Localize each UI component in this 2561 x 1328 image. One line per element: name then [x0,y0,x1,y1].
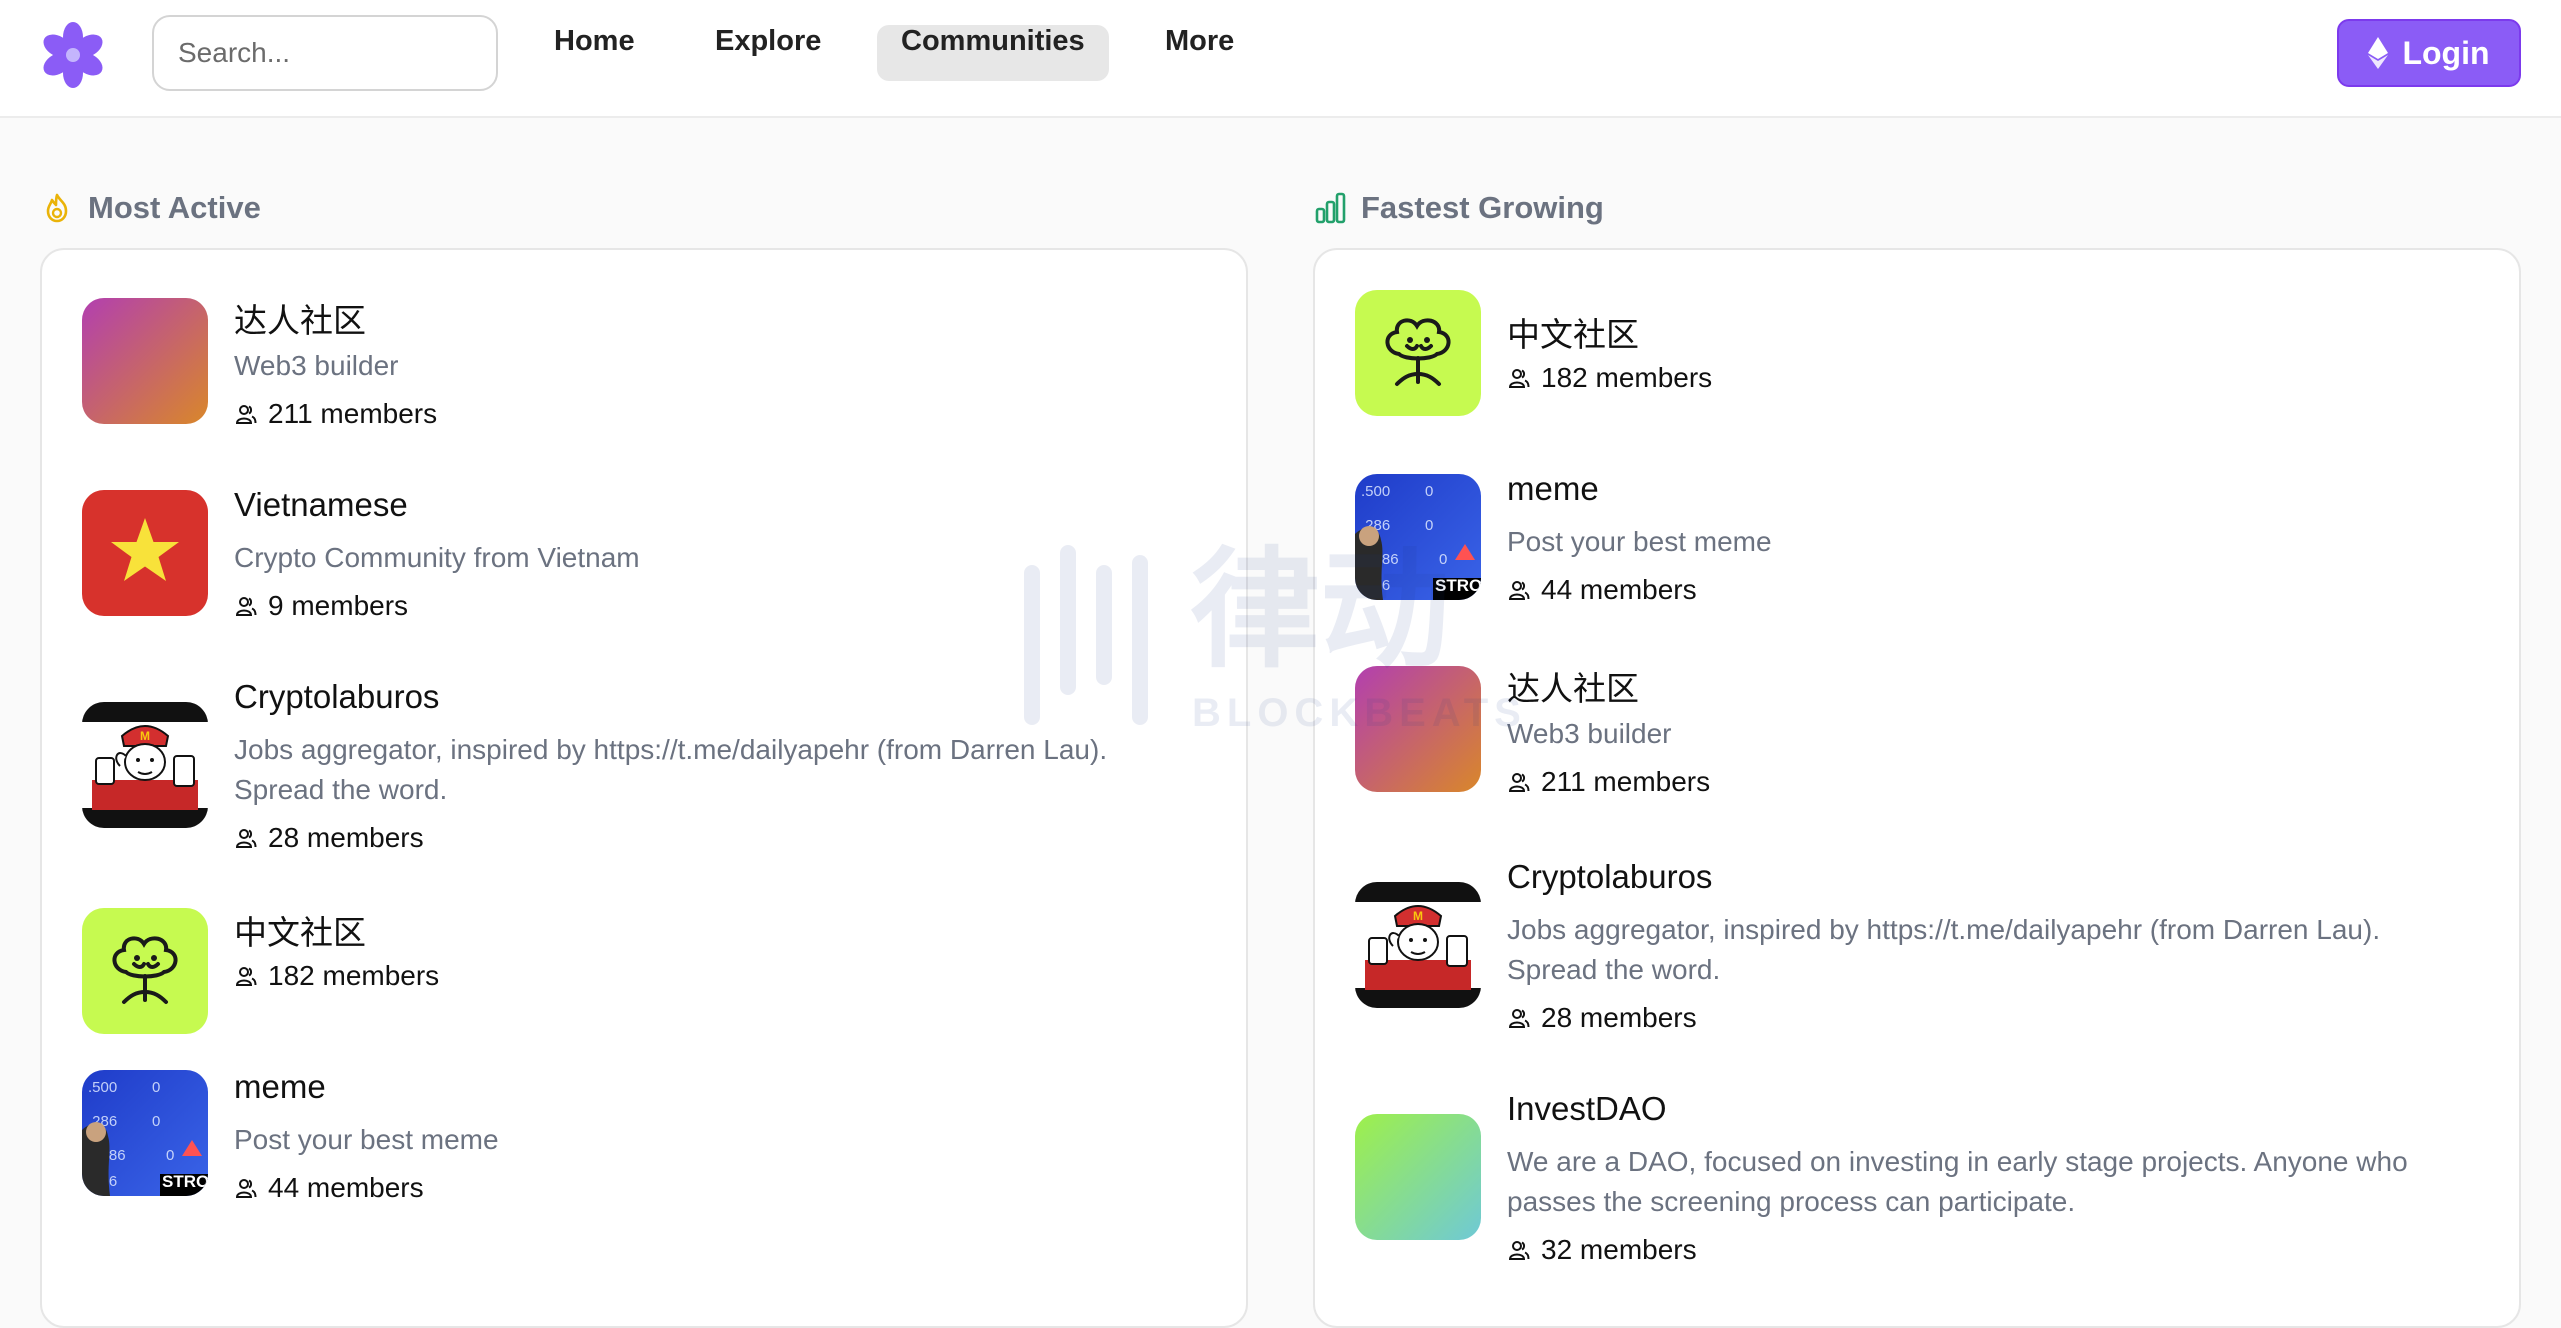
member-count-label: 182 members [1541,362,1713,393]
member-count: 32 members [1507,1234,1697,1266]
bar-chart-icon [1315,192,1346,224]
member-count: 28 members [1507,1002,1697,1034]
community-name: InvestDAO [1507,1090,1667,1127]
member-count: 182 members [1507,362,1712,394]
most-active-list: 达人社区 Web3 builder 211 members Vietnamese… [40,248,1248,1328]
login-button[interactable]: Login [2337,19,2521,87]
nav-explore[interactable]: Explore [691,25,845,81]
member-count-label: 9 members [268,590,409,621]
flame-icon [46,193,68,223]
login-label: Login [2402,34,2490,71]
nav-home[interactable]: Home [530,25,659,81]
most-active-heading: Most Active [40,190,261,226]
avatar-badge: STRO [1435,576,1481,595]
fastest-growing-heading: Fastest Growing [1313,190,1604,226]
community-name: Vietnamese [234,486,408,523]
community-description: Post your best meme [234,1124,499,1155]
community-name: meme [234,1068,326,1105]
search-input[interactable] [152,15,498,91]
community-description: Jobs aggregator, inspired by https://t.m… [234,734,1108,805]
community-description: Post your best meme [1507,526,1772,557]
fastest-growing-title: Fastest Growing [1361,190,1604,225]
member-count-label: 211 members [268,398,438,429]
community-name: 达人社区 [234,302,366,339]
users-icon [1508,773,1530,792]
nav-more[interactable]: More [1141,25,1258,81]
member-count-label: 211 members [1541,766,1711,797]
community-avatar [1355,1114,1481,1240]
users-icon [235,405,257,424]
community-avatar [1355,290,1481,416]
users-icon [235,829,257,848]
community-name: Cryptolaburos [234,678,440,715]
member-count: 44 members [1507,574,1697,606]
community-description: Web3 builder [234,350,399,381]
community-avatar [1355,666,1481,792]
community-avatar [82,908,208,1034]
member-count: 44 members [234,1172,424,1204]
users-icon [1508,581,1530,600]
member-count: 211 members [234,398,437,430]
users-icon [235,1179,257,1198]
community-name: Cryptolaburos [1507,858,1713,895]
flower-logo-icon[interactable] [38,20,108,90]
member-count-label: 44 members [1541,574,1697,605]
member-count-label: 182 members [268,960,440,991]
member-count-label: 28 members [1541,1002,1697,1033]
member-count: 182 members [234,960,439,992]
users-icon [1508,1241,1530,1260]
nav-communities[interactable]: Communities [877,25,1109,81]
avatar-badge: STRO [162,1172,208,1191]
community-avatar [82,702,208,828]
community-description: We are a DAO, focused on investing in ea… [1507,1146,2408,1217]
community-description: Web3 builder [1507,718,1672,749]
community-name: 中文社区 [1507,316,1639,353]
member-count-label: 44 members [268,1172,424,1203]
community-avatar: STRO [82,1070,208,1196]
users-icon [1508,369,1530,388]
top-navigation-bar: Home Explore Communities More Login [0,0,2561,118]
member-count: 9 members [234,590,408,622]
fastest-growing-list: 中文社区 182 members STRO meme Post your bes… [1313,248,2521,1328]
community-name: 达人社区 [1507,670,1639,707]
community-name: meme [1507,470,1599,507]
community-description: Crypto Community from Vietnam [234,542,640,573]
member-count: 28 members [234,822,424,854]
users-icon [235,597,257,616]
most-active-title: Most Active [88,190,261,225]
users-icon [1508,1009,1530,1028]
community-avatar [82,298,208,424]
member-count-label: 32 members [1541,1234,1697,1265]
community-avatar [1355,882,1481,1008]
ethereum-icon [2368,37,2389,69]
member-count-label: 28 members [268,822,424,853]
community-name: 中文社区 [234,914,366,951]
community-description: Jobs aggregator, inspired by https://t.m… [1507,914,2381,985]
community-avatar [82,490,208,616]
member-count: 211 members [1507,766,1710,798]
community-avatar: STRO [1355,474,1481,600]
users-icon [235,967,257,986]
